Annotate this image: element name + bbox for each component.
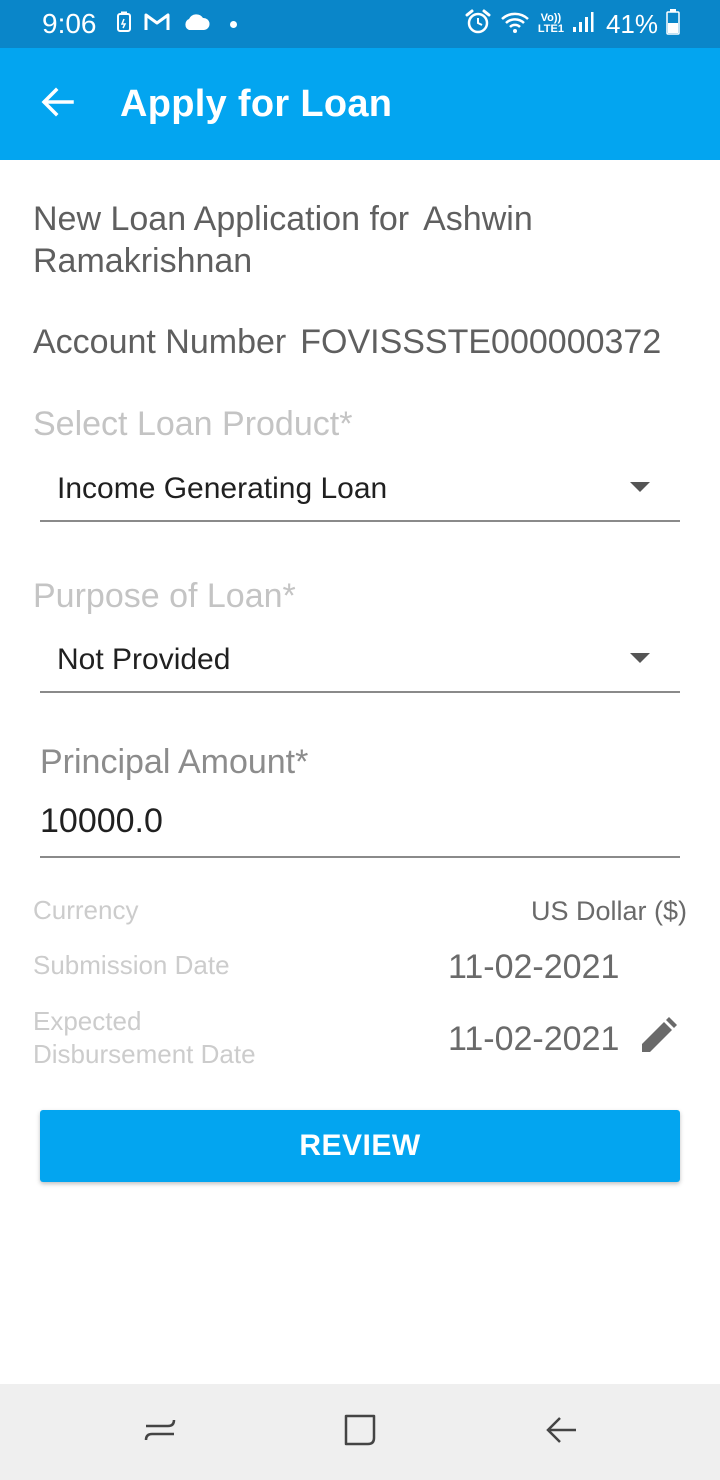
loan-purpose-select[interactable]: Not Provided (40, 631, 680, 693)
recents-button[interactable] (136, 1408, 184, 1456)
submission-date-label: Submission Date (33, 950, 230, 980)
app-bar: Apply for Loan (0, 48, 720, 160)
gmail-icon (144, 12, 170, 37)
loan-purpose-selected-value: Not Provided (57, 643, 231, 676)
currency-label: Currency (33, 895, 139, 925)
disbursement-date-value: 11-02-2021 (448, 1020, 620, 1058)
applicant-prefix: New Loan Application for (33, 200, 410, 238)
loan-purpose-label: Purpose of Loan* (33, 577, 296, 615)
principal-amount-input[interactable] (40, 796, 640, 846)
home-icon (342, 1412, 378, 1453)
alarm-icon (464, 8, 492, 41)
system-back-button[interactable] (538, 1408, 586, 1456)
notification-dot-icon (230, 20, 237, 28)
volte-label-bottom: LTE1 (537, 23, 564, 35)
loan-product-selected-value: Income Generating Loan (57, 472, 388, 505)
cloud-icon (182, 12, 210, 37)
loan-product-select[interactable]: Income Generating Loan (40, 460, 680, 522)
currency-value: US Dollar ($) (530, 896, 687, 926)
edit-disbursement-date-button[interactable] (636, 1016, 680, 1060)
status-left-icons (116, 10, 237, 38)
home-button[interactable] (336, 1408, 384, 1456)
status-time: 9:06 (42, 8, 97, 39)
principal-amount-field (40, 796, 680, 858)
submission-date-value: 11-02-2021 (448, 948, 620, 986)
wifi-icon (500, 10, 530, 39)
chevron-down-icon (630, 482, 650, 492)
disbursement-date-label-line1: Expected (33, 1006, 142, 1036)
status-right-icons: Vo)) LTE1 41% (464, 8, 680, 40)
system-nav-bar (0, 1384, 720, 1480)
volte-icon: Vo)) LTE1 (538, 13, 564, 35)
signal-icon (572, 11, 594, 38)
pencil-icon (638, 1016, 678, 1061)
loan-product-label: Select Loan Product* (33, 405, 353, 443)
account-number-label: Account Number (33, 323, 287, 361)
page-title: Apply for Loan (120, 83, 393, 125)
arrow-back-icon (40, 84, 76, 125)
battery-icon (666, 8, 680, 40)
disbursement-date-label-line2: Disbursement Date (33, 1039, 256, 1069)
account-number-value: FOVISSSTE000000372 (300, 323, 662, 361)
applicant-heading: New Loan Application for Ashwin Ramakrish… (33, 198, 693, 282)
battery-saver-icon (116, 11, 132, 38)
back-button[interactable] (30, 76, 86, 132)
chevron-down-icon (630, 653, 650, 663)
recents-icon (142, 1414, 178, 1451)
back-icon (544, 1414, 580, 1451)
status-bar: 9:06 Vo)) LTE1 41% (0, 0, 720, 48)
principal-amount-label: Principal Amount* (40, 743, 309, 781)
battery-percent: 41% (605, 9, 658, 39)
review-button[interactable]: REVIEW (40, 1110, 680, 1182)
account-number-row: Account Number FOVISSSTE000000372 (33, 320, 703, 364)
